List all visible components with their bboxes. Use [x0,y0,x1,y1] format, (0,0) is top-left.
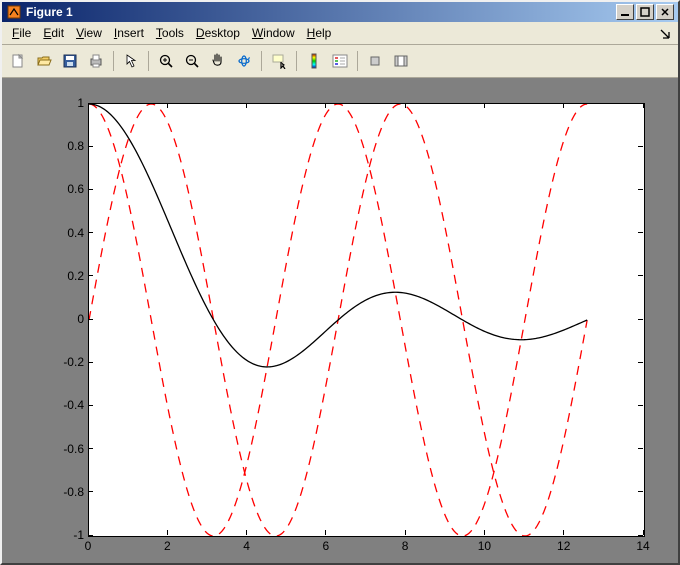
menu-edit[interactable]: Edit [37,24,70,42]
toolbar-separator [113,51,114,71]
x-tick-label: 6 [311,539,341,553]
print-icon[interactable] [84,49,108,73]
y-tick-label: 0.6 [50,182,84,196]
menu-view[interactable]: View [70,24,108,42]
menu-file[interactable]: File [6,24,37,42]
x-tick-label: 0 [73,539,103,553]
close-button[interactable] [656,4,674,20]
hide-plot-tools-icon[interactable] [363,49,387,73]
menu-window[interactable]: Window [246,24,301,42]
y-tick-label: -0.8 [50,485,84,499]
x-tick-label: 10 [469,539,499,553]
x-tick-label: 12 [549,539,579,553]
colorbar-icon[interactable] [302,49,326,73]
save-icon[interactable] [58,49,82,73]
menu-insert[interactable]: Insert [108,24,150,42]
plot-area: -1-0.8-0.6-0.4-0.200.20.40.60.8102468101… [2,78,678,563]
y-tick-label: 1 [50,96,84,110]
toolbar-separator [357,51,358,71]
y-tick-label: -0.2 [50,355,84,369]
x-tick-label: 4 [232,539,262,553]
data-cursor-icon[interactable] [267,49,291,73]
x-tick-label: 2 [152,539,182,553]
zoom-out-icon[interactable] [180,49,204,73]
x-tick-label: 14 [628,539,658,553]
y-tick-label: -0.4 [50,398,84,412]
toolbar-separator [296,51,297,71]
figure-window: Figure 1 FileEditViewInsertToolsDesktopW… [0,0,680,565]
titlebar: Figure 1 [2,2,678,22]
plot-curves [89,104,644,536]
menubar: FileEditViewInsertToolsDesktopWindowHelp [2,22,678,45]
rotate-3d-icon[interactable] [232,49,256,73]
y-tick-label: -0.6 [50,442,84,456]
maximize-button[interactable] [636,4,654,20]
toolbar [2,45,678,78]
axes[interactable] [88,103,645,537]
show-plot-tools-icon[interactable] [389,49,413,73]
minimize-button[interactable] [616,4,634,20]
y-tick-label: 0.4 [50,226,84,240]
app-icon [6,4,22,20]
pan-icon[interactable] [206,49,230,73]
toolbar-separator [261,51,262,71]
menu-tools[interactable]: Tools [150,24,190,42]
y-tick-label: 0 [50,312,84,326]
edit-plot-icon[interactable] [119,49,143,73]
zoom-in-icon[interactable] [154,49,178,73]
legend-icon[interactable] [328,49,352,73]
new-figure-icon[interactable] [6,49,30,73]
toolbar-separator [148,51,149,71]
dock-icon[interactable] [658,26,672,40]
menu-desktop[interactable]: Desktop [190,24,246,42]
window-title: Figure 1 [26,5,73,19]
y-tick-label: 0.2 [50,269,84,283]
open-icon[interactable] [32,49,56,73]
x-tick-label: 8 [390,539,420,553]
menu-help[interactable]: Help [301,24,338,42]
y-tick-label: 0.8 [50,139,84,153]
